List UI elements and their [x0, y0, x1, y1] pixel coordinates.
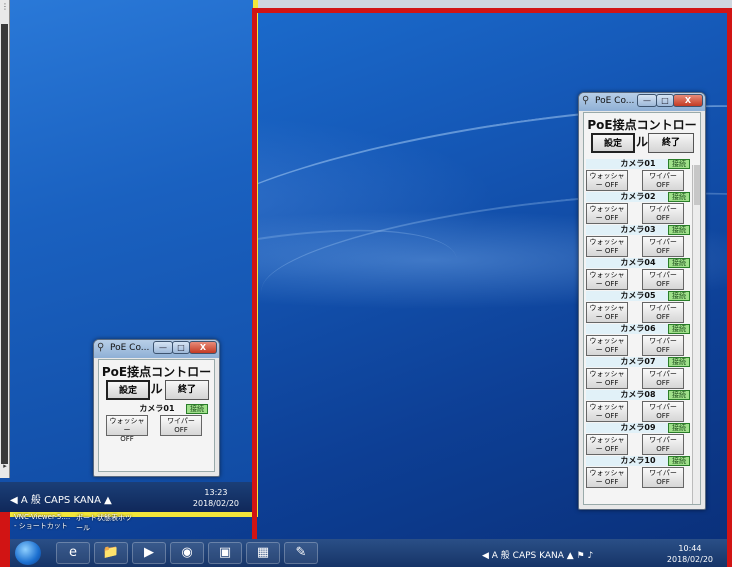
connection-badge: 接続: [668, 423, 690, 433]
connection-badge: 接続: [668, 456, 690, 466]
connection-badge: 接続: [668, 291, 690, 301]
inner-date: 2018/02/20: [192, 499, 239, 508]
settings-button[interactable]: 設定: [106, 380, 150, 400]
highlight-frame-red-edge: [0, 512, 10, 567]
taskbar-app-button[interactable]: ▶: [132, 542, 166, 564]
wiper-button[interactable]: ワイパー OFF: [642, 368, 684, 389]
wiper-button[interactable]: ワイパー OFF: [642, 170, 684, 191]
settings-button[interactable]: 設定: [591, 133, 635, 153]
connection-badge: 接続: [668, 357, 690, 367]
washer-button[interactable]: ウォッシャー OFF: [586, 434, 628, 455]
camera-block: カメラ05 接続 ウォッシャー OFF ワイパー OFF: [586, 291, 690, 324]
camera-block: カメラ04 接続 ウォッシャー OFF ワイパー OFF: [586, 258, 690, 291]
clock-date: 2018/02/20: [666, 555, 713, 564]
port-status-shortcut-icon[interactable]: ポート状態表ホツ ール: [76, 513, 144, 533]
top-window-strip: [255, 0, 732, 9]
washer-button[interactable]: ウォッシャー OFF: [586, 269, 628, 290]
desktop: ⋮ ▸ ⚲ PoE Co... — □ X PoE接点コントロール 設定 終了 …: [0, 0, 732, 567]
camera-block: カメラ10 接続 ウォッシャー OFF ワイパー OFF: [586, 456, 690, 489]
poe-app-window-small: ⚲ PoE Co... — □ X PoE接点コントロール 設定 終了 カメラ0…: [93, 339, 220, 477]
clock[interactable]: 10:44 2018/02/20: [667, 543, 713, 565]
taskbar-app-button[interactable]: ▦: [246, 542, 280, 564]
exit-button[interactable]: 終了: [165, 380, 209, 400]
washer-button[interactable]: ウォッシャー OFF: [586, 170, 628, 191]
washer-button[interactable]: ウォッシャー OFF: [586, 467, 628, 488]
washer-button[interactable]: ウォッシャー OFF: [586, 302, 628, 323]
camera-block: カメラ08 接続 ウォッシャー OFF ワイパー OFF: [586, 390, 690, 423]
app-icon: ⚲: [97, 342, 105, 353]
wiper-button[interactable]: ワイパー OFF: [642, 236, 684, 257]
clock-time: 10:44: [678, 544, 702, 553]
taskbar-app-button[interactable]: 📁: [94, 542, 128, 564]
washer-button[interactable]: ウォッシャー OFF: [586, 368, 628, 389]
inner-clock[interactable]: 13:23 2018/02/20: [193, 487, 239, 509]
taskbar-app-button[interactable]: ✎: [284, 542, 318, 564]
taskbar-app-button[interactable]: ◉: [170, 542, 204, 564]
washer-button[interactable]: ウォッシャー OFF: [586, 203, 628, 224]
maximize-button[interactable]: □: [656, 94, 674, 107]
wiper-button[interactable]: ワイパー OFF: [642, 335, 684, 356]
wiper-button[interactable]: ワイパー OFF: [642, 434, 684, 455]
washer-button[interactable]: ウォッシャー OFF: [586, 335, 628, 356]
vnc-shortcut-icon[interactable]: VNC-Viewer-5.... - ショートカット: [14, 513, 76, 531]
wiper-button[interactable]: ワイパー OFF: [642, 203, 684, 224]
washer-button[interactable]: ウォッシャー OFF: [586, 401, 628, 422]
maximize-button[interactable]: □: [172, 341, 190, 354]
connection-badge: 接続: [186, 404, 208, 414]
camera-block: カメラ06 接続 ウォッシャー OFF ワイパー OFF: [586, 324, 690, 357]
connection-badge: 接続: [668, 258, 690, 268]
client-area: PoE接点コントロール 設定 終了 カメラ01 接続 ウォッシャー OFF ワイ…: [98, 359, 215, 472]
connection-badge: 接続: [668, 390, 690, 400]
scrollbar-track[interactable]: [1, 24, 8, 464]
taskbar-app-button[interactable]: e: [56, 542, 90, 564]
vertical-scrollbar[interactable]: [692, 165, 700, 504]
inner-taskbar: ◀ A 般 CAPS KANA ▲ 13:23 2018/02/20: [0, 482, 253, 512]
titlebar: ⚲ PoE Co... — □ X: [579, 93, 705, 111]
window-title: PoE Co...: [110, 343, 150, 353]
scroll-arrow-icon[interactable]: ▸: [1, 462, 9, 472]
connection-badge: 接続: [668, 159, 690, 169]
washer-button[interactable]: ウォッシャー OFF: [586, 236, 628, 257]
connection-badge: 接続: [668, 225, 690, 235]
scrollbar-thumb[interactable]: [694, 165, 700, 205]
minimize-button[interactable]: —: [153, 341, 173, 354]
washer-button[interactable]: ウォッシャー OFF: [106, 415, 148, 443]
app-icon: ⚲: [582, 95, 590, 106]
camera-block: カメラ02 接続 ウォッシャー OFF ワイパー OFF: [586, 192, 690, 225]
wiper-button[interactable]: ワイパー OFF: [642, 401, 684, 422]
wiper-button[interactable]: ワイパー OFF: [642, 269, 684, 290]
remote-screen-frame: ⋮ ▸ ⚲ PoE Co... — □ X PoE接点コントロール 設定 終了 …: [0, 0, 258, 517]
wiper-button[interactable]: ワイパー OFF: [642, 302, 684, 323]
camera-block: カメラ01 接続 ウォッシャー OFF ワイパー OFF: [586, 159, 690, 192]
window-title: PoE Co...: [595, 96, 635, 106]
inner-tray[interactable]: ◀ A 般 CAPS KANA ▲: [10, 491, 112, 506]
system-tray[interactable]: ◀ A 般 CAPS KANA ▲ ⚑ ♪: [482, 548, 593, 561]
start-button[interactable]: [15, 541, 41, 565]
connection-badge: 接続: [668, 192, 690, 202]
camera-block: カメラ09 接続 ウォッシャー OFF ワイパー OFF: [586, 423, 690, 456]
client-area: PoE接点コントロール 設定 終了 カメラ01 接続 ウォッシャー OFF ワイパー …: [583, 112, 701, 505]
titlebar: ⚲ PoE Co... — □ X: [94, 340, 219, 358]
camera-block: カメラ07 接続 ウォッシャー OFF ワイパー OFF: [586, 357, 690, 390]
connection-badge: 接続: [668, 324, 690, 334]
close-button[interactable]: X: [673, 94, 703, 107]
camera-block: カメラ03 接続 ウォッシャー OFF ワイパー OFF: [586, 225, 690, 258]
taskbar-app-button[interactable]: ▣: [208, 542, 242, 564]
exit-button[interactable]: 終了: [648, 133, 694, 153]
ellipsis-icon[interactable]: ⋮: [0, 2, 10, 16]
inner-time: 13:23: [204, 488, 228, 497]
wiper-button[interactable]: ワイパー OFF: [642, 467, 684, 488]
poe-app-window: ⚲ PoE Co... — □ X PoE接点コントロール 設定 終了 カメラ0…: [578, 92, 706, 510]
minimize-button[interactable]: —: [637, 94, 657, 107]
close-button[interactable]: X: [189, 341, 217, 354]
left-panel: ⋮ ▸: [0, 0, 10, 478]
camera-block: カメラ01 接続 ウォッシャー OFF ワイパー OFF: [106, 404, 208, 443]
taskbar: e 📁 ▶ ◉ ▣ ▦ ✎ ◀ A 般 CAPS KANA ▲ ⚑ ♪ 10:44 2018…: [10, 539, 727, 567]
wiper-button[interactable]: ワイパー OFF: [160, 415, 202, 436]
